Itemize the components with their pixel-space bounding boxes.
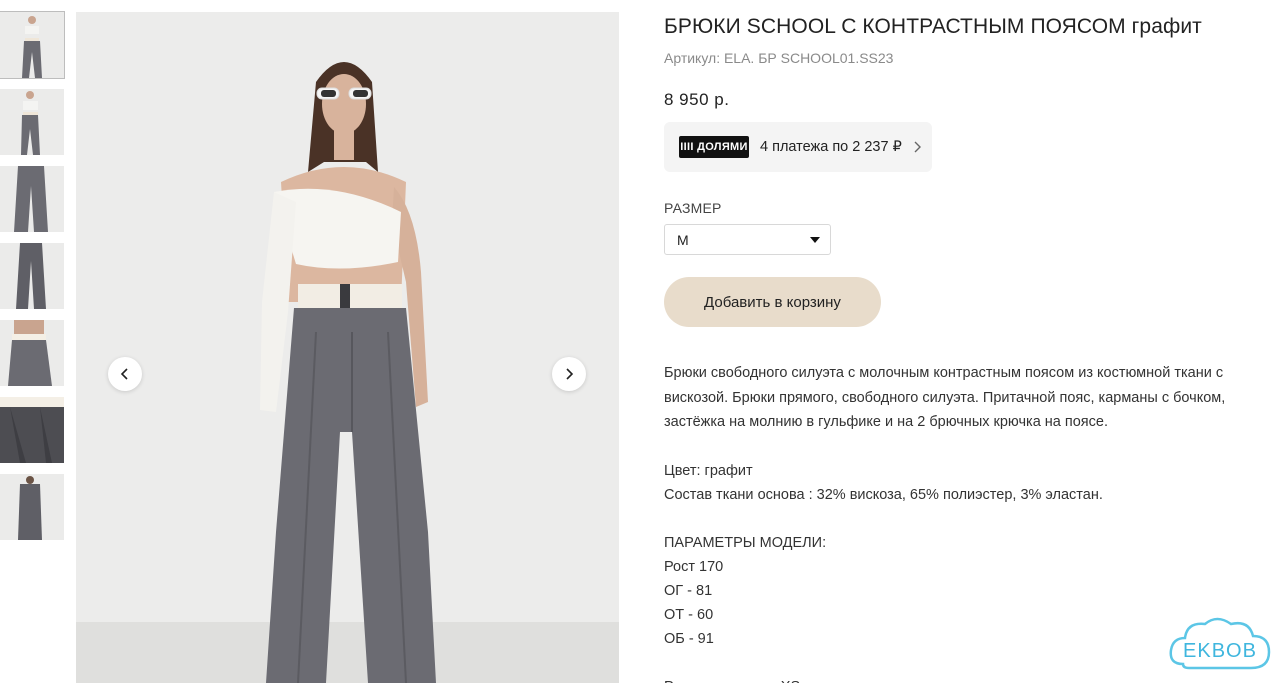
chevron-left-icon <box>120 368 128 380</box>
thumbnail-5[interactable] <box>0 320 64 386</box>
chevron-right-icon <box>566 368 574 380</box>
thumbnail-1[interactable] <box>0 11 65 79</box>
product-price: 8 950 р. <box>664 90 730 109</box>
color-line: Цвет: графит <box>664 462 753 479</box>
material-block: Цвет: графит Состав ткани основа : 32% в… <box>664 459 1274 507</box>
size-label: РАЗМЕР <box>664 200 722 216</box>
size-selected-value: M <box>677 231 689 248</box>
thumbnail-gallery <box>0 11 65 551</box>
product-sku: Артикул: ELA. БР SCHOOL01.SS23 <box>664 50 894 66</box>
chevron-right-icon <box>912 141 922 153</box>
size-select[interactable]: M <box>664 224 831 255</box>
model-og: ОГ - 81 <box>664 582 713 599</box>
thumbnail-7[interactable] <box>0 474 64 540</box>
installments-widget[interactable]: IIII ДОЛЯМИ 4 платежа по 2 237 ₽ <box>664 122 932 172</box>
caret-down-icon <box>810 236 820 243</box>
thumbnail-2[interactable] <box>0 89 64 155</box>
thumbnail-3[interactable] <box>0 166 64 232</box>
add-to-cart-button[interactable]: Добавить в корзину <box>664 277 881 327</box>
thumbnail-6[interactable] <box>0 397 64 463</box>
thumbnail-4[interactable] <box>0 243 64 309</box>
composition-line: Состав ткани основа : 32% вискоза, 65% п… <box>664 486 1103 503</box>
ekbob-watermark-logo: EKBOB <box>1169 617 1271 670</box>
next-image-button[interactable] <box>552 357 586 391</box>
model-params-heading: ПАРАМЕТРЫ МОДЕЛИ: <box>664 534 827 551</box>
dolyami-logo: IIII ДОЛЯМИ <box>679 136 749 158</box>
svg-text:EKBOB: EKBOB <box>1183 640 1257 662</box>
product-title: БРЮКИ SCHOOL С КОНТРАСТНЫМ ПОЯСОМ графит <box>664 15 1202 38</box>
product-description: Брюки свободного силуэта с молочным конт… <box>664 365 1226 430</box>
model-height: Рост 170 <box>664 558 724 575</box>
model-photo <box>76 12 619 683</box>
product-info: БРЮКИ SCHOOL С КОНТРАСТНЫМ ПОЯСОМ графит… <box>664 14 1274 683</box>
installments-text: 4 платежа по 2 237 ₽ <box>760 139 902 155</box>
prev-image-button[interactable] <box>108 357 142 391</box>
main-product-image <box>76 12 619 683</box>
